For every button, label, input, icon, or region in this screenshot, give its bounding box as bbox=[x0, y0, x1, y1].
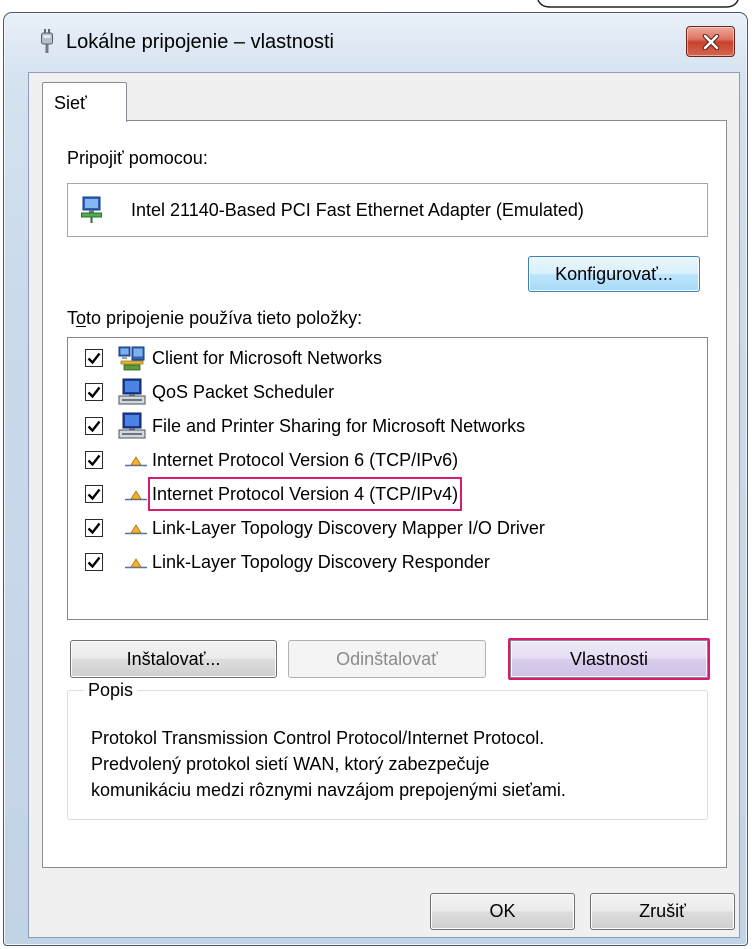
item-checkbox[interactable] bbox=[85, 349, 103, 367]
items-listbox[interactable]: Client for Microsoft Networks QoS Packet… bbox=[67, 337, 708, 620]
access-key-letter: o bbox=[76, 308, 87, 328]
description-text: Protokol Transmission Control Protocol/I… bbox=[91, 728, 545, 748]
list-item[interactable]: Link-Layer Topology Discovery Responder bbox=[68, 545, 707, 579]
network-plug-icon bbox=[38, 29, 56, 53]
items-label-start: T bbox=[67, 308, 76, 328]
items-label-rest: to pripojenie používa tieto položky: bbox=[86, 308, 363, 328]
list-item-label: Link-Layer Topology Discovery Responder bbox=[152, 552, 490, 572]
item-checkbox[interactable] bbox=[85, 451, 103, 469]
computer-icon bbox=[118, 412, 146, 440]
list-item-label: Client for Microsoft Networks bbox=[152, 348, 383, 368]
install-button[interactable]: Inštalovať... bbox=[70, 640, 277, 678]
dialog-client-area: Sieť Pripojiť pomocou: Intel 21140-Based… bbox=[28, 72, 740, 938]
item-checkbox[interactable] bbox=[85, 383, 103, 401]
adapter-box: Intel 21140-Based PCI Fast Ethernet Adap… bbox=[67, 183, 708, 237]
tab-panel: Pripojiť pomocou: Intel 21140-Based PCI … bbox=[42, 120, 727, 868]
connect-using-label: Pripojiť pomocou: bbox=[67, 148, 208, 168]
list-item[interactable]: Link-Layer Topology Discovery Mapper I/O… bbox=[68, 511, 707, 545]
description-text: Predvolený protokol sietí WAN, ktorý zab… bbox=[91, 754, 490, 774]
cancel-button[interactable]: Zrušiť bbox=[590, 893, 735, 930]
properties-dialog: Lokálne pripojenie – vlastnosti Sieť Pri… bbox=[3, 12, 748, 946]
item-checkbox[interactable] bbox=[85, 485, 103, 503]
protocol-icon bbox=[125, 487, 147, 501]
properties-button[interactable]: Vlastnosti bbox=[508, 638, 710, 680]
close-button[interactable] bbox=[686, 26, 735, 57]
description-groupbox: Popis Protokol Transmission Control Prot… bbox=[67, 678, 708, 820]
network-client-icon bbox=[118, 344, 146, 372]
items-label: Toto pripojenie používa tieto položky: bbox=[67, 306, 362, 330]
list-item-label: Internet Protocol Version 6 (TCP/IPv6) bbox=[152, 450, 459, 470]
tab-network[interactable]: Sieť bbox=[42, 82, 127, 122]
description-text: komunikáciu medzi rôznymi navzájom prepo… bbox=[91, 780, 566, 800]
computer-icon bbox=[118, 378, 146, 406]
list-item[interactable]: QoS Packet Scheduler bbox=[68, 375, 707, 409]
list-item[interactable]: Client for Microsoft Networks bbox=[68, 341, 707, 375]
list-item[interactable]: File and Printer Sharing for Microsoft N… bbox=[68, 409, 707, 443]
ok-button[interactable]: OK bbox=[430, 893, 575, 930]
list-item-label: File and Printer Sharing for Microsoft N… bbox=[152, 416, 526, 436]
close-icon bbox=[702, 33, 720, 50]
list-item-label: Internet Protocol Version 4 (TCP/IPv4) bbox=[148, 477, 463, 511]
window-title: Lokálne pripojenie – vlastnosti bbox=[66, 31, 334, 53]
item-checkbox[interactable] bbox=[85, 417, 103, 435]
cropped-outline-shape bbox=[537, 0, 739, 8]
adapter-name: Intel 21140-Based PCI Fast Ethernet Adap… bbox=[131, 200, 584, 220]
configure-button[interactable]: Konfigurovať... bbox=[528, 256, 700, 292]
protocol-icon bbox=[125, 555, 147, 569]
list-item[interactable]: Internet Protocol Version 4 (TCP/IPv4) bbox=[68, 477, 707, 511]
description-legend: Popis bbox=[84, 678, 138, 702]
list-item[interactable]: Internet Protocol Version 6 (TCP/IPv6) bbox=[68, 443, 707, 477]
tab-label: Sieť bbox=[54, 93, 87, 113]
item-checkbox[interactable] bbox=[85, 553, 103, 571]
item-checkbox[interactable] bbox=[85, 519, 103, 537]
list-item-label: Link-Layer Topology Discovery Mapper I/O… bbox=[152, 518, 545, 538]
protocol-icon bbox=[125, 521, 147, 535]
network-adapter-icon bbox=[80, 196, 104, 224]
list-item-label: QoS Packet Scheduler bbox=[152, 382, 335, 402]
protocol-icon bbox=[125, 453, 147, 467]
uninstall-button[interactable]: Odinštalovať bbox=[288, 640, 486, 678]
